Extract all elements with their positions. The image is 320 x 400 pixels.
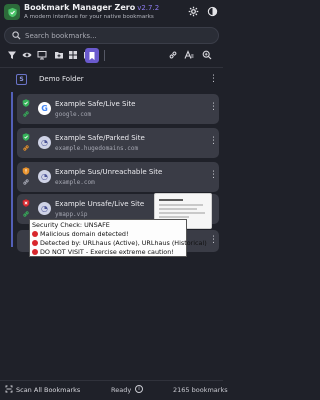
tooltip-line-text: DO NOT VISIT - Exercise extreme caution! — [40, 248, 174, 256]
bookmark-card[interactable]: ◔ Example Sus/Unreachable Site example.c… — [17, 162, 219, 192]
folder-tree-line — [11, 92, 13, 247]
app-logo-icon — [4, 4, 20, 20]
bookmark-title: Example Safe/Parked Site — [55, 134, 145, 142]
toolbar-divider — [104, 50, 105, 61]
bookmark-count: 2165 bookmarks — [173, 386, 228, 394]
bookmark-card[interactable]: ◔ Example Safe/Parked Site example.huged… — [17, 128, 219, 158]
bookmark-title: Example Safe/Live Site — [55, 100, 136, 108]
tooltip-line: Detected by: URLhaus (Active), URLhaus (… — [32, 239, 207, 247]
footer-bar: Scan All Bookmarks Ready i 2165 bookmark… — [0, 382, 228, 400]
alert-icon — [32, 240, 38, 246]
new-folder-icon[interactable] — [52, 48, 65, 62]
header-divider — [0, 67, 223, 68]
settings-gear-icon[interactable] — [187, 5, 199, 17]
theme-toggle-icon[interactable] — [206, 5, 218, 17]
bookmark-url: example.com — [55, 179, 95, 186]
globe-favicon-icon: ◔ — [38, 170, 51, 183]
scan-icon — [5, 385, 13, 393]
folder-open-icon: S — [16, 74, 27, 85]
text-size-icon[interactable] — [182, 48, 195, 62]
bookmark-status — [22, 199, 30, 219]
filter-icon[interactable] — [5, 48, 18, 62]
app-title: Bookmark Manager Zero v2.7.2 — [24, 3, 159, 12]
bookmark-status — [22, 167, 30, 187]
tooltip-title: Security Check: UNSAFE — [32, 221, 110, 229]
status-text: Ready — [111, 386, 132, 394]
bookmark-view-icon[interactable] — [85, 48, 99, 63]
app-header: Bookmark Manager Zero v2.7.2 A modern int… — [0, 0, 223, 26]
display-icon[interactable] — [35, 48, 48, 62]
scan-all-label: Scan All Bookmarks — [16, 386, 81, 394]
security-tooltip: Security Check: UNSAFE Malicious domain … — [29, 219, 207, 257]
scan-all-button[interactable]: Scan All Bookmarks — [5, 385, 80, 396]
bookmark-more-icon[interactable]: ⋮ — [209, 170, 218, 180]
app-title-text: Bookmark Manager Zero — [24, 3, 136, 12]
bookmark-title: Example Unsafe/Live Site — [55, 200, 145, 208]
link-status-icon — [23, 211, 29, 217]
alert-icon — [32, 231, 38, 237]
toolbar — [0, 48, 223, 64]
bookmark-status — [22, 133, 30, 153]
link-icon[interactable] — [166, 48, 179, 62]
bookmark-url: example.hugedomains.com — [55, 145, 139, 152]
unsafe-shield-icon — [22, 199, 30, 207]
tooltip-line-text: Detected by: URLhaus (Active), URLhaus (… — [40, 239, 207, 247]
app-version: v2.7.2 — [137, 4, 160, 12]
zoom-icon[interactable] — [200, 48, 213, 62]
bookmark-card[interactable]: G Example Safe/Live Site google.com ⋮ — [17, 94, 219, 124]
link-status-icon — [23, 111, 29, 117]
link-status-icon — [23, 145, 29, 151]
bookmark-more-icon[interactable]: ⋮ — [209, 102, 218, 112]
warning-shield-icon — [22, 167, 30, 175]
safe-shield-icon — [22, 99, 30, 107]
link-status-icon — [23, 179, 29, 185]
bookmark-status — [22, 99, 30, 119]
app-subtitle: A modern interface for your native bookm… — [24, 14, 154, 20]
tooltip-line-text: Malicious domain detected! — [40, 230, 129, 238]
globe-favicon-icon: ◔ — [38, 136, 51, 149]
search-bar — [4, 27, 219, 44]
bookmark-url: google.com — [55, 111, 92, 118]
folder-row-demo[interactable]: S Demo Folder ⋮ — [12, 72, 222, 88]
bookmark-more-icon[interactable]: ⋮ — [209, 136, 218, 146]
eye-icon[interactable] — [20, 48, 33, 62]
footer-divider — [0, 380, 223, 381]
search-icon — [12, 31, 21, 40]
folder-more-icon[interactable]: ⋮ — [209, 74, 218, 84]
safe-shield-icon — [22, 133, 30, 141]
folder-label: Demo Folder — [39, 75, 84, 83]
alert-icon — [32, 249, 38, 255]
globe-favicon-icon: ◔ — [38, 202, 51, 215]
bookmark-more-icon[interactable]: ⋮ — [209, 235, 218, 245]
search-input[interactable] — [25, 29, 205, 42]
grid-icon[interactable] — [66, 48, 79, 62]
bookmark-url: ymapp.vip — [55, 211, 88, 218]
google-favicon-icon: G — [38, 102, 51, 115]
info-icon[interactable]: i — [135, 385, 143, 393]
bookmark-title: Example Sus/Unreachable Site — [55, 168, 163, 176]
tooltip-line: DO NOT VISIT - Exercise extreme caution! — [32, 248, 174, 256]
tooltip-line: Malicious domain detected! — [32, 230, 129, 238]
